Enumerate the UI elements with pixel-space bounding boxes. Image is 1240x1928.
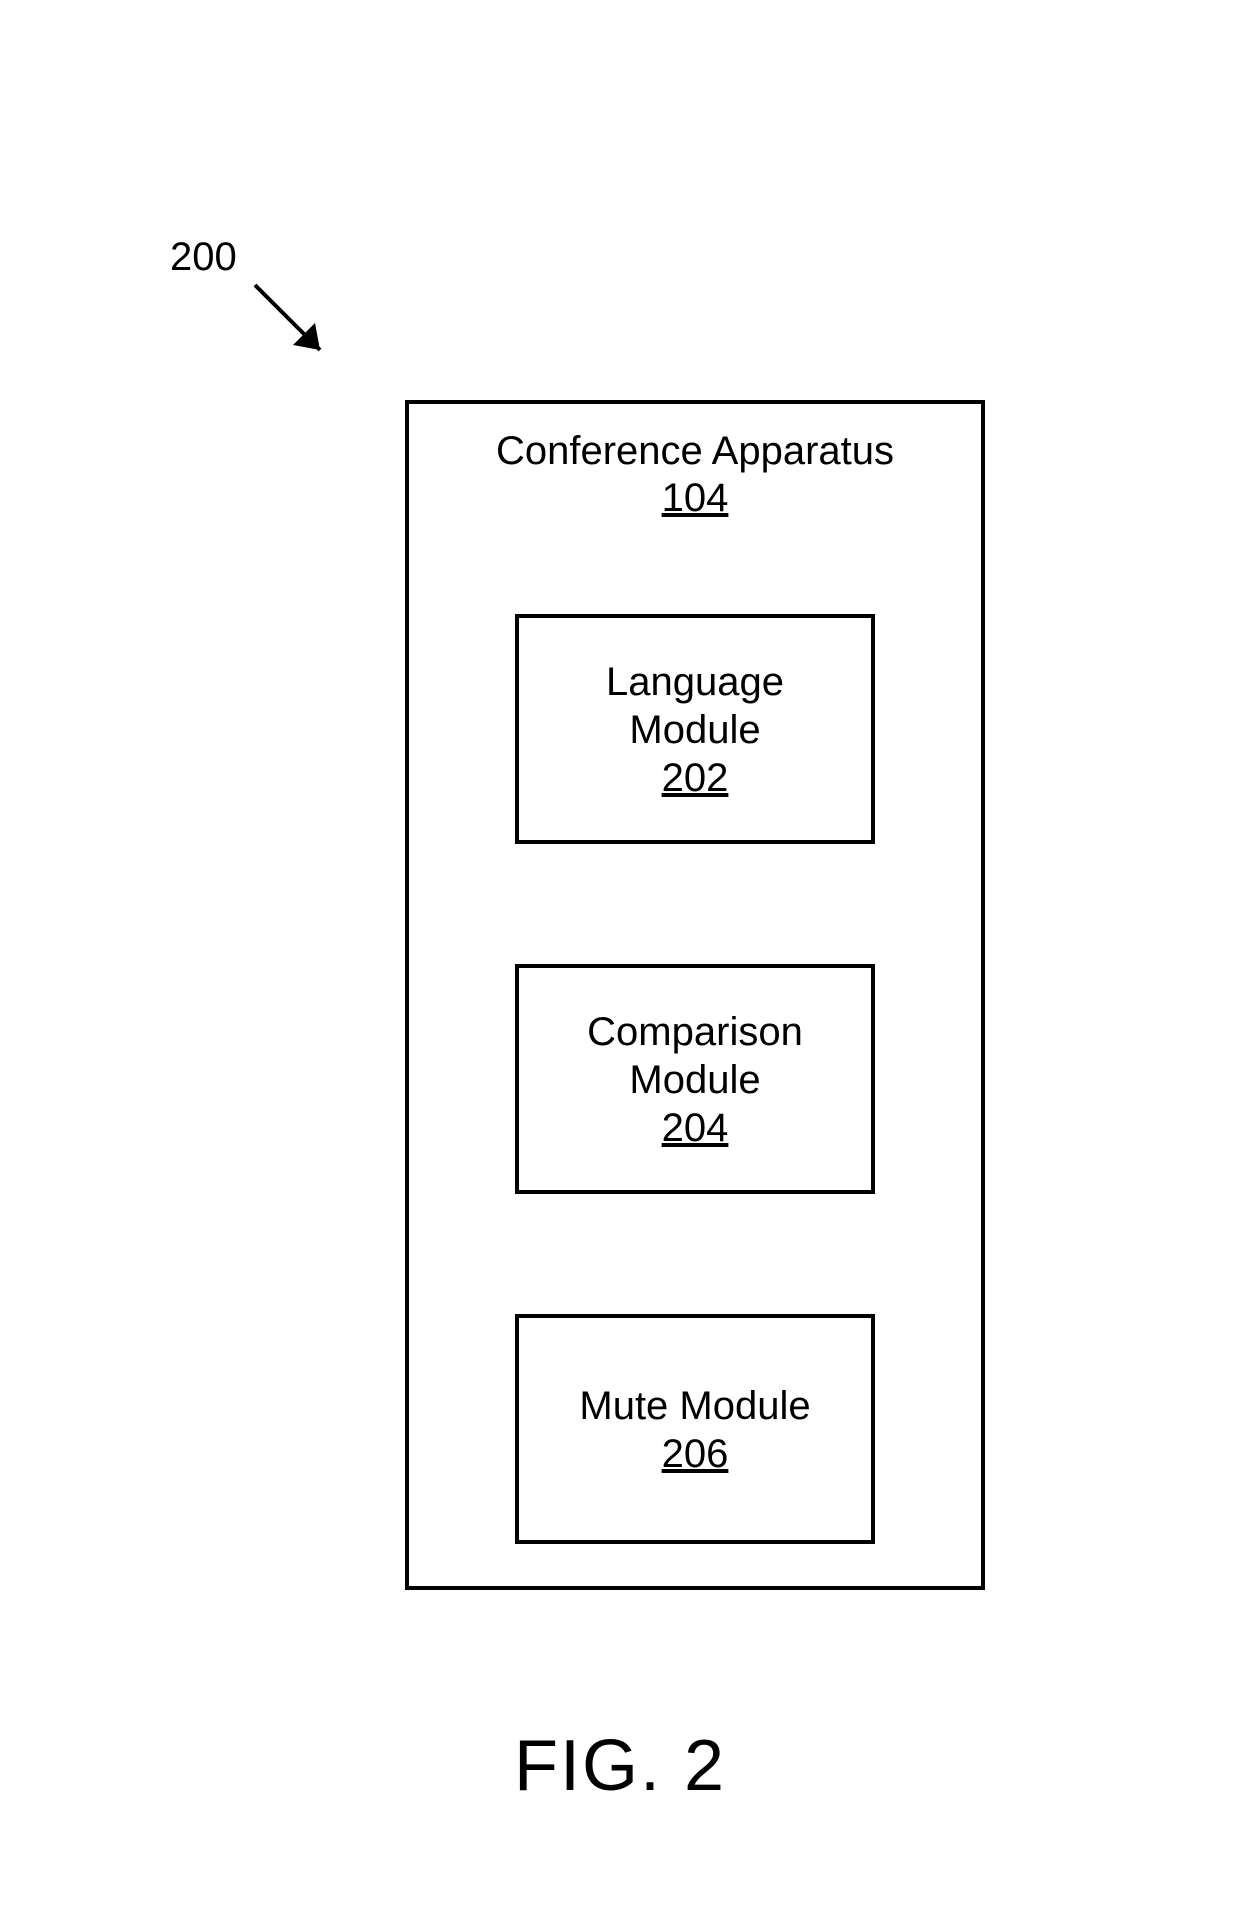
mute-module-box: Mute Module 206 [515, 1314, 875, 1544]
outer-box-title: Conference Apparatus [409, 426, 981, 476]
module-title-line1: Mute Module [579, 1384, 810, 1428]
module-title-line2: Module [629, 708, 760, 752]
module-title-line1: Comparison [587, 1010, 803, 1054]
conference-apparatus-box: Conference Apparatus 104 Language Module… [405, 400, 985, 1590]
outer-box-number: 104 [409, 476, 981, 521]
language-module-box: Language Module 202 [515, 614, 875, 844]
module-title: Mute Module [579, 1382, 810, 1430]
reference-numeral: 200 [170, 235, 237, 280]
pointer-arrow-icon [245, 275, 365, 395]
module-title-line1: Language [606, 660, 784, 704]
module-number: 202 [662, 756, 729, 801]
figure-caption: FIG. 2 [514, 1725, 726, 1807]
module-title: Language Module [606, 658, 784, 754]
module-number: 204 [662, 1106, 729, 1151]
module-title-line2: Module [629, 1058, 760, 1102]
module-number: 206 [662, 1432, 729, 1477]
comparison-module-box: Comparison Module 204 [515, 964, 875, 1194]
module-title: Comparison Module [587, 1008, 803, 1104]
